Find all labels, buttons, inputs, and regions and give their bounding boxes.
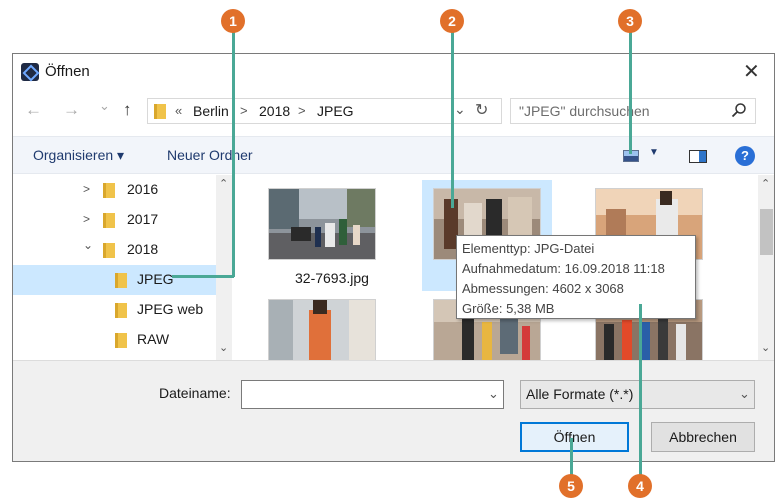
chevron-down-icon[interactable]: ⌄ [739, 386, 750, 402]
bottom-panel: Dateiname: ⌄ Alle Formate (*.*) ⌄ Öffnen… [13, 360, 774, 461]
command-bar: Organisieren ▾ Neuer Ordner ▼ ? [13, 136, 774, 174]
open-file-dialog: Öffnen ✕ ← → ⌄ ↑ « Berlin > 2018 > JPEG … [12, 53, 775, 462]
forward-arrow-icon[interactable]: → [63, 100, 80, 120]
filename-label: Dateiname: [159, 385, 231, 401]
tree-item-jpeg[interactable]: JPEG [13, 265, 216, 295]
breadcrumb-jpeg[interactable]: JPEG [317, 103, 354, 119]
tooltip-date: Aufnahmedatum: 16.09.2018 11:18 [462, 261, 665, 276]
tree-item-label: 2016 [127, 181, 159, 197]
tree-item-raw[interactable]: RAW [13, 325, 216, 355]
title-bar: Öffnen ✕ [13, 54, 774, 88]
scroll-down-icon[interactable]: ⌄ [761, 341, 770, 354]
callout-line [232, 30, 235, 277]
navigation-bar: ← → ⌄ ↑ « Berlin > 2018 > JPEG ⌄ ↻ "JPEG… [13, 92, 774, 126]
breadcrumb-berlin[interactable]: Berlin [193, 103, 229, 119]
file-type-value: Alle Formate (*.*) [526, 386, 634, 402]
folder-icon [103, 183, 115, 198]
new-folder-button[interactable]: Neuer Ordner [167, 147, 253, 163]
tree-item-label: JPEG web [137, 301, 204, 317]
scrollbar-thumb[interactable] [760, 209, 773, 255]
tree-item-jpeg-web[interactable]: JPEG web [13, 295, 216, 325]
up-arrow-icon[interactable]: ↑ [123, 100, 132, 120]
folder-icon [115, 303, 127, 318]
callout-marker-5: 5 [559, 474, 583, 498]
tree-item-2017[interactable]: > 2017 [13, 205, 216, 235]
breadcrumb-2018[interactable]: 2018 [259, 103, 290, 119]
tree-item-label: 2017 [127, 211, 159, 227]
thumbnail-image[interactable] [268, 299, 376, 360]
thumbnail-image[interactable] [268, 188, 376, 260]
help-icon[interactable]: ? [735, 146, 755, 166]
breadcrumb-overflow[interactable]: « [175, 103, 182, 118]
recent-locations-icon[interactable]: ⌄ [99, 98, 110, 114]
chevron-right-icon[interactable]: > [83, 182, 90, 196]
breadcrumb-separator[interactable]: > [298, 103, 306, 118]
callout-line [172, 275, 234, 278]
cancel-button[interactable]: Abbrechen [651, 422, 755, 452]
search-input[interactable]: "JPEG" durchsuchen [510, 98, 756, 124]
callout-marker-2: 2 [440, 9, 464, 33]
folder-tree: > 2016 > 2017 ⌄ 2018 JPEG JPEG web RAW ⌃ [13, 175, 232, 360]
scroll-down-icon[interactable]: ⌄ [219, 341, 228, 354]
preview-pane-icon[interactable] [689, 150, 707, 163]
callout-marker-1: 1 [221, 9, 245, 33]
refresh-icon[interactable]: ↻ [475, 100, 488, 120]
tooltip-size: Größe: 5,38 MB [462, 301, 555, 316]
tooltip-dimensions: Abmessungen: 4602 x 3068 [462, 281, 624, 296]
close-icon[interactable]: ✕ [743, 59, 760, 84]
tree-item-label: RAW [137, 331, 170, 347]
tree-item-label: 2018 [127, 241, 159, 257]
callout-line [570, 438, 573, 476]
organize-button[interactable]: Organisieren ▾ [33, 147, 124, 164]
window-title: Öffnen [45, 63, 90, 80]
breadcrumb-separator[interactable]: > [240, 103, 248, 118]
view-dropdown-icon[interactable]: ▼ [649, 147, 659, 158]
filename-input[interactable]: ⌄ [241, 380, 504, 409]
file-info-tooltip: Elementtyp: JPG-Datei Aufnahmedatum: 16.… [456, 235, 696, 319]
chevron-down-icon[interactable]: ⌄ [454, 101, 466, 118]
folder-icon [115, 333, 127, 348]
callout-line [629, 30, 632, 154]
folder-icon [103, 213, 115, 228]
folder-icon [103, 243, 115, 258]
callout-line [451, 30, 454, 208]
scroll-up-icon[interactable]: ⌃ [761, 177, 770, 190]
callout-line [639, 304, 642, 480]
callout-marker-3: 3 [618, 9, 642, 33]
chevron-right-icon[interactable]: > [83, 212, 90, 226]
tooltip-type: Elementtyp: JPG-Datei [462, 241, 595, 256]
file-list-scrollbar[interactable]: ⌃ ⌄ [758, 175, 774, 360]
marathon-photo [269, 300, 375, 360]
tree-item-label: JPEG [137, 271, 174, 287]
callout-marker-4: 4 [628, 474, 652, 498]
tree-item-2016[interactable]: > 2016 [13, 175, 216, 205]
tree-item-2018[interactable]: ⌄ 2018 [13, 235, 216, 265]
app-icon [21, 63, 39, 81]
folder-icon [115, 273, 127, 288]
search-icon [731, 103, 746, 118]
marathon-photo [269, 189, 375, 259]
tree-scrollbar[interactable]: ⌃ ⌄ [216, 175, 232, 360]
open-button[interactable]: Öffnen [520, 422, 629, 452]
back-arrow-icon[interactable]: ← [25, 100, 42, 120]
scroll-up-icon[interactable]: ⌃ [219, 177, 228, 190]
chevron-down-icon[interactable]: ⌄ [488, 386, 499, 402]
address-bar[interactable]: « Berlin > 2018 > JPEG ⌄ ↻ [147, 98, 502, 124]
chevron-down-icon[interactable]: ⌄ [83, 238, 93, 252]
file-name-label: 32-7693.jpg [295, 270, 369, 286]
folder-icon [154, 104, 166, 119]
file-type-select[interactable]: Alle Formate (*.*) ⌄ [520, 380, 755, 409]
